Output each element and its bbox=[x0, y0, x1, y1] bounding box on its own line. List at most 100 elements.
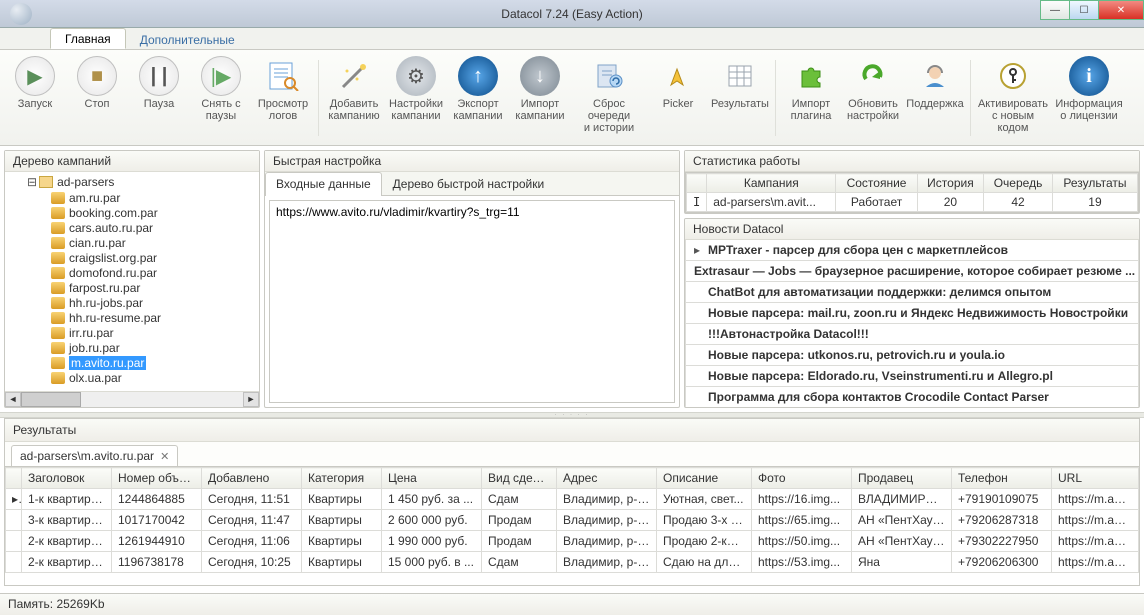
grid-row[interactable]: 3-к квартира,...1017170042Сегодня, 11:47… bbox=[6, 510, 1139, 531]
news-item[interactable]: !!!Автонастройка Datacol!!! bbox=[685, 324, 1139, 345]
tree-item[interactable]: hh.ru-resume.par bbox=[5, 310, 259, 325]
grid-cell: Сегодня, 11:47 bbox=[202, 510, 302, 531]
tree-item-label: job.ru.par bbox=[69, 341, 120, 355]
activate-button[interactable]: Активировать с новым кодом bbox=[975, 54, 1051, 134]
campaign-tree[interactable]: ⊟ ad-parsers am.ru.parbooking.com.parcar… bbox=[5, 172, 259, 391]
tab-quick-tree[interactable]: Дерево быстрой настройки bbox=[382, 172, 556, 195]
stats-title: Статистика работы bbox=[685, 151, 1139, 172]
stats-row[interactable]: I ad-parsers\m.avit... Работает 20 42 19 bbox=[687, 193, 1138, 212]
grid-cell: +79206287318 bbox=[952, 510, 1052, 531]
results-tab[interactable]: ad-parsers\m.avito.ru.par ✕ bbox=[11, 445, 178, 466]
resume-button[interactable]: |▶Снять с паузы bbox=[190, 54, 252, 122]
minimize-button[interactable]: — bbox=[1040, 0, 1070, 20]
grid-column-header[interactable]: Телефон bbox=[952, 468, 1052, 489]
tab-input-data[interactable]: Входные данные bbox=[265, 172, 382, 196]
grid-cell: Яна bbox=[852, 552, 952, 573]
tree-item[interactable]: cian.ru.par bbox=[5, 235, 259, 250]
results-button[interactable]: Результаты bbox=[709, 54, 771, 110]
tree-folder[interactable]: ⊟ ad-parsers bbox=[5, 174, 259, 190]
tree-item[interactable]: am.ru.par bbox=[5, 190, 259, 205]
grid-cell: Владимир, р-н... bbox=[557, 531, 657, 552]
refresh-settings-button[interactable]: Обновить настройки bbox=[842, 54, 904, 122]
grid-cell: 1261944910 bbox=[112, 531, 202, 552]
news-panel: Новости Datacol ▸MPTraxer - парсер для с… bbox=[684, 218, 1140, 408]
grid-cell: Квартиры bbox=[302, 552, 382, 573]
grid-column-header[interactable]: Вид сделки bbox=[482, 468, 557, 489]
stats-col-history: История bbox=[917, 174, 983, 193]
tree-item[interactable]: domofond.ru.par bbox=[5, 265, 259, 280]
grid-cell: Сдам bbox=[482, 552, 557, 573]
tree-horizontal-scrollbar[interactable]: ◄► bbox=[5, 391, 259, 407]
picker-icon bbox=[658, 56, 698, 96]
stop-button[interactable]: ■Стоп bbox=[66, 54, 128, 110]
campaign-settings-button[interactable]: ⚙Настройки кампании bbox=[385, 54, 447, 122]
close-tab-icon[interactable]: ✕ bbox=[160, 450, 169, 463]
import-campaign-button[interactable]: ↓Импорт кампании bbox=[509, 54, 571, 122]
tree-item[interactable]: cars.auto.ru.par bbox=[5, 220, 259, 235]
start-button[interactable]: ▶Запуск bbox=[4, 54, 66, 110]
input-urls-textarea[interactable] bbox=[269, 200, 675, 403]
grid-cell: https://50.img... bbox=[752, 531, 852, 552]
tree-item-label: irr.ru.par bbox=[69, 326, 114, 340]
grid-cell: https://m.avito... bbox=[1052, 531, 1139, 552]
grid-row[interactable]: 2-к квартира,...1196738178Сегодня, 10:25… bbox=[6, 552, 1139, 573]
tree-item-label: booking.com.par bbox=[69, 206, 158, 220]
support-button[interactable]: Поддержка bbox=[904, 54, 966, 110]
tree-item[interactable]: hh.ru-jobs.par bbox=[5, 295, 259, 310]
stats-col-queue: Очередь bbox=[984, 174, 1053, 193]
export-campaign-button[interactable]: ↑Экспорт кампании bbox=[447, 54, 509, 122]
grid-column-header[interactable]: Продавец bbox=[852, 468, 952, 489]
tree-item[interactable]: farpost.ru.par bbox=[5, 280, 259, 295]
tree-item[interactable]: olx.ua.par bbox=[5, 370, 259, 385]
grid-column-header[interactable]: Фото bbox=[752, 468, 852, 489]
news-item[interactable]: Новые парсера: mail.ru, zoon.ru и Яндекс… bbox=[685, 303, 1139, 324]
campaign-tree-panel: Дерево кампаний ⊟ ad-parsers am.ru.parbo… bbox=[4, 150, 260, 408]
grid-column-header[interactable]: Добавлено bbox=[202, 468, 302, 489]
import-plugin-button[interactable]: Импорт плагина bbox=[780, 54, 842, 122]
news-item[interactable]: Новые парсера: Eldorado.ru, Vseinstrumen… bbox=[685, 366, 1139, 387]
grid-cell: Сдам bbox=[482, 489, 557, 510]
stats-panel: Статистика работы Кампания Состояние Ист… bbox=[684, 150, 1140, 214]
grid-column-header[interactable]: Номер объявл... bbox=[112, 468, 202, 489]
view-logs-button[interactable]: Просмотр логов bbox=[252, 54, 314, 122]
grid-cell: Продам bbox=[482, 531, 557, 552]
reset-queue-button[interactable]: Сброс очереди и истории bbox=[571, 54, 647, 134]
pause-button[interactable]: | |Пауза bbox=[128, 54, 190, 110]
tree-item[interactable]: m.avito.ru.par bbox=[5, 355, 259, 370]
grid-cell: Продам bbox=[482, 510, 557, 531]
news-item[interactable]: Программа для сбора контактов Crocodile … bbox=[685, 387, 1139, 407]
grid-row[interactable]: ▸1-к квартира,...1244864885Сегодня, 11:5… bbox=[6, 489, 1139, 510]
grid-column-header[interactable]: Адрес bbox=[557, 468, 657, 489]
tab-extra[interactable]: Дополнительные bbox=[126, 30, 249, 49]
close-button[interactable]: ✕ bbox=[1098, 0, 1144, 20]
pause-icon: | | bbox=[139, 56, 179, 96]
grid-column-header[interactable]: Заголовок bbox=[22, 468, 112, 489]
tree-item[interactable]: booking.com.par bbox=[5, 205, 259, 220]
tree-item[interactable]: craigslist.org.par bbox=[5, 250, 259, 265]
tree-item[interactable]: job.ru.par bbox=[5, 340, 259, 355]
news-item[interactable]: Extrasaur — Jobs — браузерное расширение… bbox=[685, 261, 1139, 282]
grid-column-header[interactable]: Описание bbox=[657, 468, 752, 489]
news-item-text: Новые парсера: Eldorado.ru, Vseinstrumen… bbox=[708, 369, 1053, 383]
tree-item-label: hh.ru-resume.par bbox=[69, 311, 161, 325]
add-campaign-button[interactable]: Добавить кампанию bbox=[323, 54, 385, 122]
license-info-button[interactable]: iИнформация о лицензии bbox=[1051, 54, 1127, 122]
picker-button[interactable]: Picker bbox=[647, 54, 709, 110]
grid-row[interactable]: 2-к квартира,...1261944910Сегодня, 11:06… bbox=[6, 531, 1139, 552]
grid-cell: Владимир, р-н... bbox=[557, 552, 657, 573]
grid-column-header[interactable]: Цена bbox=[382, 468, 482, 489]
grid-cell: 3-к квартира,... bbox=[22, 510, 112, 531]
tree-folder-label: ad-parsers bbox=[57, 175, 114, 189]
grid-column-header[interactable]: URL bbox=[1052, 468, 1139, 489]
grid-cell: АН «ПентХаус» bbox=[852, 510, 952, 531]
tab-main[interactable]: Главная bbox=[50, 28, 126, 49]
tree-item[interactable]: irr.ru.par bbox=[5, 325, 259, 340]
grid-column-header[interactable]: Категория bbox=[302, 468, 382, 489]
campaign-icon bbox=[51, 312, 65, 324]
maximize-button[interactable]: ☐ bbox=[1069, 0, 1099, 20]
news-item[interactable]: Новые парсера: utkonos.ru, petrovich.ru … bbox=[685, 345, 1139, 366]
grid-cell: https://53.img... bbox=[752, 552, 852, 573]
news-item[interactable]: ChatBot для автоматизации поддержки: дел… bbox=[685, 282, 1139, 303]
results-grid[interactable]: ЗаголовокНомер объявл...ДобавленоКатегор… bbox=[5, 467, 1139, 573]
news-item[interactable]: ▸MPTraxer - парсер для сбора цен с марке… bbox=[685, 240, 1139, 261]
